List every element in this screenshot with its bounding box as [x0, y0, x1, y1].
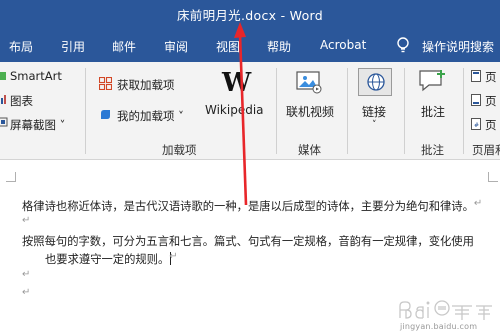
tab-view[interactable]: 视图 — [216, 38, 240, 55]
window-title: 床前明月光.docx - Word — [176, 8, 323, 23]
group-separator — [463, 68, 464, 154]
svg-text:#: # — [474, 122, 479, 129]
paragraph-line: 按照每句的字数，可分为五言和七言。篇式、句式有一定规格，音韵有一定规律，变化使用 — [22, 235, 474, 248]
margin-corner-mark — [6, 172, 16, 182]
header-icon — [471, 70, 481, 82]
paragraph-mark: ↵ — [22, 215, 31, 226]
new-comment-button[interactable]: 批注 — [421, 103, 445, 120]
group-separator — [276, 68, 277, 154]
chevron-down-icon[interactable]: ˅ — [372, 120, 377, 130]
paragraph-line: 格律诗也称近体诗，是古代汉语诗歌的一种，是唐以后成型的诗体，主要分为绝句和律诗。… — [22, 198, 483, 213]
tell-me-search[interactable]: 操作说明搜索 — [422, 38, 494, 55]
page-number-icon: # — [471, 118, 481, 130]
group-label-comments: 批注 — [421, 143, 444, 157]
paragraph-mark: ↵ — [22, 287, 31, 298]
page-number-button[interactable]: 页 — [485, 117, 497, 133]
ribbon: SmartArt 图表 屏幕截图 ˅ 获取加载项 我的加载项 ˅ W Wikip… — [0, 62, 500, 160]
my-addins-button[interactable]: 我的加载项 ˅ — [117, 108, 184, 124]
group-separator — [85, 68, 86, 154]
screenshot-button[interactable]: 屏幕截图 ˅ — [10, 117, 65, 133]
group-label-media: 媒体 — [298, 143, 321, 157]
store-icon — [99, 77, 112, 90]
ruler-area — [0, 160, 500, 174]
comment-icon — [419, 70, 445, 92]
header-button[interactable]: 页 — [485, 69, 497, 85]
smartart-icon — [0, 72, 6, 80]
ribbon-tab-bar: 布局 引用 邮件 审阅 视图 帮助 Acrobat 操作说明搜索 — [0, 28, 500, 62]
tab-acrobat[interactable]: Acrobat — [320, 38, 366, 52]
watermark-url: jingyan.baidu.com — [400, 322, 478, 331]
tab-help[interactable]: 帮助 — [267, 38, 291, 55]
chart-button[interactable]: 图表 — [10, 93, 33, 109]
get-addins-button[interactable]: 获取加载项 — [117, 77, 175, 93]
tab-layout[interactable]: 布局 — [9, 38, 33, 55]
globe-link-icon — [367, 73, 385, 91]
online-video-icon — [296, 71, 322, 94]
link-button[interactable]: 链接 — [362, 103, 386, 120]
paragraph-line: 也要求遵守一定的规则。 ↵ — [45, 251, 178, 266]
smartart-button[interactable]: SmartArt — [10, 69, 62, 83]
footer-button[interactable]: 页 — [485, 93, 497, 109]
tab-review[interactable]: 审阅 — [164, 38, 188, 55]
paragraph-mark: ↵ — [22, 269, 31, 280]
title-bar: 床前明月光.docx - Word — [0, 0, 500, 28]
my-addins-icon — [101, 110, 110, 119]
group-label-header-footer: 页眉和 — [472, 143, 500, 157]
wikipedia-button[interactable]: Wikipedia — [205, 103, 264, 117]
group-label-addins: 加载项 — [162, 143, 197, 157]
group-separator — [404, 68, 405, 154]
tab-mailings[interactable]: 邮件 — [112, 38, 136, 55]
group-separator — [347, 68, 348, 154]
footer-icon — [471, 94, 481, 106]
margin-corner-mark — [488, 172, 498, 182]
online-video-button[interactable]: 联机视频 — [286, 103, 334, 120]
chart-icon — [1, 95, 6, 104]
tab-references[interactable]: 引用 — [61, 38, 85, 55]
screenshot-icon — [0, 117, 8, 127]
lightbulb-icon[interactable] — [396, 36, 410, 54]
wikipedia-icon: W — [222, 68, 252, 98]
